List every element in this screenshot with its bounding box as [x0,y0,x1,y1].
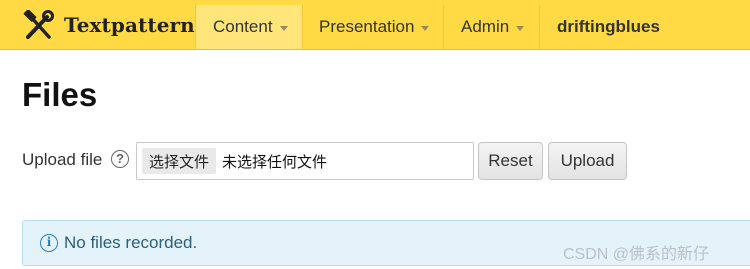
watermark: CSDN @佛系的新仔 [563,246,710,263]
file-input[interactable]: 选择文件 未选择任何文件 [136,142,474,180]
top-navigation-bar: Textpattern Content Presentation Admin d… [0,0,750,50]
reset-button[interactable]: Reset [478,142,543,180]
page-title: Files [22,76,98,113]
caret-down-icon [421,25,430,31]
caret-down-icon [516,25,525,31]
info-icon: i [40,234,58,252]
help-icon[interactable]: ? [111,150,129,168]
brand[interactable]: Textpattern [0,0,195,50]
choose-file-button[interactable]: 选择文件 [142,148,216,174]
nav-presentation[interactable]: Presentation [302,5,443,49]
nav-content-label: Content [213,17,273,36]
site-name-link[interactable]: driftingblues [539,5,660,49]
nav-presentation-label: Presentation [319,17,415,36]
nav-admin-label: Admin [461,17,510,36]
nav-admin[interactable]: Admin [443,5,539,49]
brand-name: Textpattern [64,13,195,37]
caret-down-icon [279,25,288,31]
nav-content[interactable]: Content [195,5,302,49]
site-name: driftingblues [557,17,660,36]
upload-file-label: Upload file [22,150,103,169]
upload-button[interactable]: Upload [548,142,627,180]
notice-text: No files recorded. [64,233,198,252]
file-status-text: 未选择任何文件 [222,154,328,171]
hammer-wrench-icon [23,10,54,39]
